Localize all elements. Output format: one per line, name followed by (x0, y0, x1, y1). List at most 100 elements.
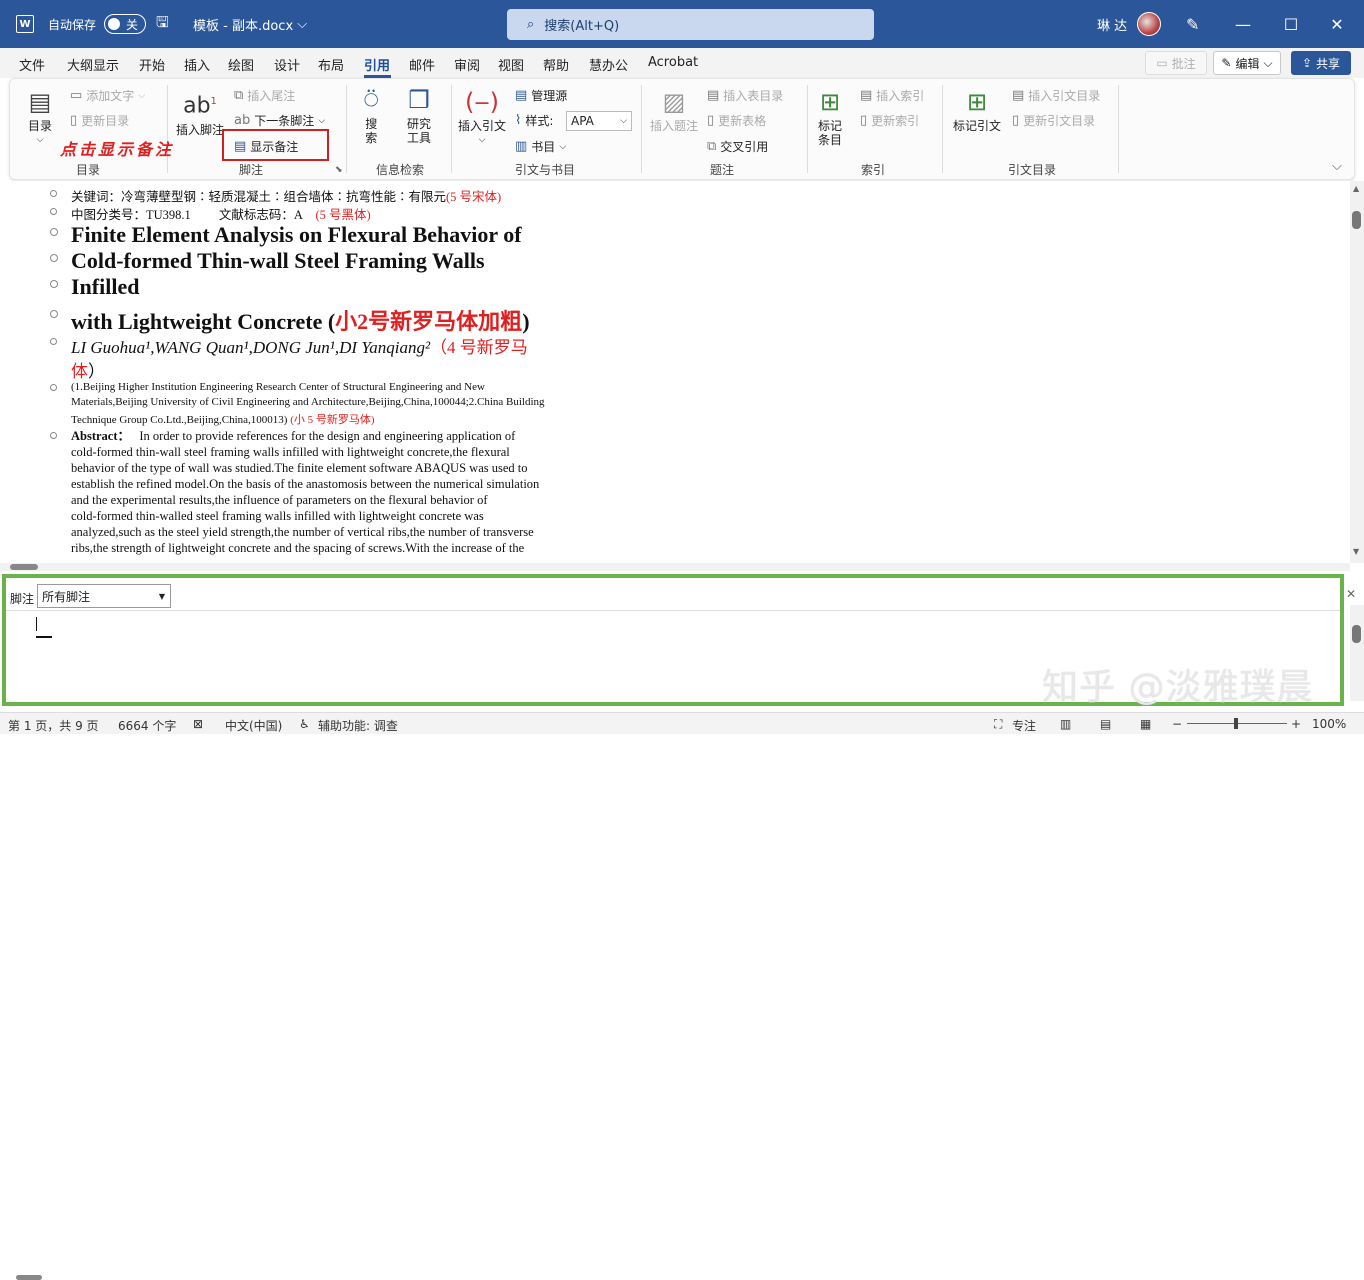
search-button[interactable]: ⍥ 搜索 (364, 85, 378, 145)
scroll-thumb[interactable] (1352, 211, 1361, 229)
citation-icon: (‒) (465, 88, 499, 116)
insert-footnote-button[interactable]: ab1 插入脚注 (176, 87, 224, 137)
horizontal-scrollbar[interactable] (0, 563, 1350, 571)
tab-home[interactable]: 开始 (139, 55, 165, 74)
page-count[interactable]: 第 1 页，共 9 页 (8, 717, 99, 734)
tab-draw[interactable]: 绘图 (228, 55, 254, 74)
footnote-filter-select[interactable]: 所有脚注 ▼ (37, 584, 171, 608)
zoom-level[interactable]: 100% (1312, 717, 1346, 731)
close-pane-icon[interactable]: ✕ (1346, 587, 1356, 601)
user-name[interactable]: 琳 达 (1097, 0, 1127, 48)
scroll-down-icon: ▼ (1353, 547, 1360, 556)
tab-mailings[interactable]: 邮件 (409, 55, 435, 74)
search-box[interactable]: ⌕ 搜索(Alt+Q) (507, 9, 874, 40)
word-count[interactable]: 6664 个字 (118, 717, 176, 734)
cross-reference-icon: ⧉ (707, 139, 717, 154)
mark-entry-button[interactable]: ⊞ 标记 条目 (818, 87, 842, 147)
chevron-down-icon: ⌵ (318, 115, 326, 126)
highlight-box (222, 129, 329, 161)
editing-mode-button[interactable]: ✎ 编辑 ⌵ (1213, 51, 1281, 75)
toc-button[interactable]: ▤ 目录 ⌵ (28, 87, 52, 147)
zoom-slider-thumb[interactable] (1234, 718, 1238, 729)
tab-outline[interactable]: 大纲显示 (67, 55, 119, 74)
bullet-icon (50, 228, 58, 236)
insert-citation-button[interactable]: (‒) 插入引文 ⌵ (458, 87, 506, 147)
document-canvas[interactable]: 关键词：冷弯薄壁型钢∶轻质混凝土∶组合墙体∶抗弯性能∶有限元(5 号宋体) 中图… (0, 181, 1350, 563)
autosave-toggle[interactable]: 关 (104, 0, 146, 48)
scroll-thumb[interactable] (10, 564, 38, 570)
web-layout-icon[interactable]: ▦ (1140, 717, 1151, 731)
pencil-icon: ✎ (1221, 56, 1232, 70)
group-label-toa: 引文目录 (1007, 163, 1056, 177)
manage-sources-button[interactable]: ▤ 管理源 (515, 87, 567, 104)
mark-entry-icon: ⊞ (819, 88, 841, 116)
language[interactable]: 中文(中国) (225, 717, 282, 734)
accessibility-status[interactable]: 辅助功能: 调查 (318, 717, 398, 734)
document-scrollbar[interactable]: ▲ ▼ (1350, 181, 1364, 563)
table-of-figures-icon: ▤ (707, 88, 720, 103)
tab-file[interactable]: 文件 (19, 55, 45, 74)
proofing-icon[interactable]: ⊠ (193, 717, 203, 731)
tab-review[interactable]: 审阅 (454, 55, 480, 74)
print-layout-icon[interactable]: ▤ (1100, 717, 1111, 731)
next-footnote-button[interactable]: ab 下一条脚注 ⌵ (234, 112, 325, 129)
abstract-line: cold-formed thin-walled steel framing wa… (71, 509, 484, 523)
focus-label[interactable]: 专注 (1012, 717, 1036, 734)
footnote-pane[interactable]: 脚注 所有脚注 ▼ 知乎 @淡雅璞晨 (2, 574, 1344, 1280)
status-bar: 第 1 页，共 9 页 6664 个字 ⊠ 中文(中国) ♿ 辅助功能: 调查 … (0, 712, 1364, 734)
footnote-scrollbar[interactable] (1350, 605, 1364, 701)
tab-insert[interactable]: 插入 (184, 55, 210, 74)
footnote-icon: ab1 (183, 93, 217, 119)
insert-caption-button: ▨ 插入题注 (650, 88, 699, 133)
accessibility-icon[interactable]: ♿ (299, 717, 310, 731)
style-icon: ⌇ (515, 113, 522, 128)
update-toa-button: ▯ 更新引文目录 (1012, 113, 1096, 128)
toc-icon: ▤ (28, 88, 52, 116)
avatar[interactable] (1137, 0, 1161, 48)
save-icon[interactable]: 🖫 (156, 0, 169, 48)
authors-line-2: 体） (71, 362, 105, 381)
citation-style-select[interactable]: APA ⌵ (566, 111, 632, 131)
chevron-down-icon: ⌵ (36, 135, 44, 145)
update-index-button: ▯ 更新索引 (860, 113, 920, 128)
focus-icon[interactable]: ⛶ (994, 717, 1002, 732)
next-footnote-icon: ab (234, 113, 251, 128)
document-name[interactable]: 模板 - 副本.docx ⌵ (193, 0, 307, 48)
add-text-icon: ▭ (70, 88, 83, 103)
comments-button[interactable]: ▭ 批注 (1145, 51, 1207, 75)
tab-acrobat[interactable]: Acrobat (648, 55, 698, 70)
zoom-out-button[interactable]: − (1172, 717, 1182, 731)
dropdown-arrow-icon: ▼ (158, 591, 165, 601)
zoom-in-button[interactable]: + (1291, 717, 1301, 731)
maximize-button[interactable]: ☐ (1268, 0, 1314, 48)
tab-design[interactable]: 设计 (274, 55, 300, 74)
bullet-icon (50, 254, 58, 262)
autosave-label: 自动保存 (48, 17, 97, 32)
tab-help[interactable]: 帮助 (543, 55, 569, 74)
scroll-thumb[interactable] (1352, 625, 1361, 643)
abstract-line: behavior of the type of wall was studied… (71, 461, 528, 475)
dialog-launcher-icon[interactable]: ⬊ (335, 165, 343, 175)
scroll-thumb[interactable] (16, 1275, 42, 1280)
group-label-citations: 引文与书目 (514, 163, 575, 177)
toggle-knob-icon (108, 18, 120, 30)
designer-pen-icon[interactable]: ✎ (1186, 0, 1199, 48)
update-toc-button: ▯ 更新目录 (70, 113, 130, 128)
close-button[interactable]: ✕ (1314, 0, 1360, 48)
collapse-ribbon-icon[interactable]: ⌵ (1332, 159, 1342, 174)
bibliography-button[interactable]: ▥ 书目 ⌵ (515, 138, 566, 155)
minimize-button[interactable]: — (1220, 0, 1266, 48)
tab-view[interactable]: 视图 (498, 55, 524, 74)
tab-huibangong[interactable]: 慧办公 (589, 55, 628, 74)
bullet-icon (50, 338, 57, 345)
abstract-line-1: Abstract： In order to provide references… (71, 429, 516, 443)
title-line-4: with Lightweight Concrete (小2号新罗马体加粗) (71, 309, 530, 334)
abstract-line: establish the refined model.On the basis… (71, 477, 540, 491)
tab-references[interactable]: 引用 (364, 55, 390, 74)
mark-citation-button[interactable]: ⊞ 标记引文 (953, 87, 1001, 133)
researcher-button[interactable]: ❒ 研究 工具 (407, 85, 431, 145)
cross-reference-button[interactable]: ⧉ 交叉引用 (707, 138, 768, 155)
share-button[interactable]: ⇪ 共享 (1291, 51, 1351, 75)
read-mode-icon[interactable]: ▥ (1060, 717, 1071, 731)
tab-layout[interactable]: 布局 (318, 55, 344, 74)
